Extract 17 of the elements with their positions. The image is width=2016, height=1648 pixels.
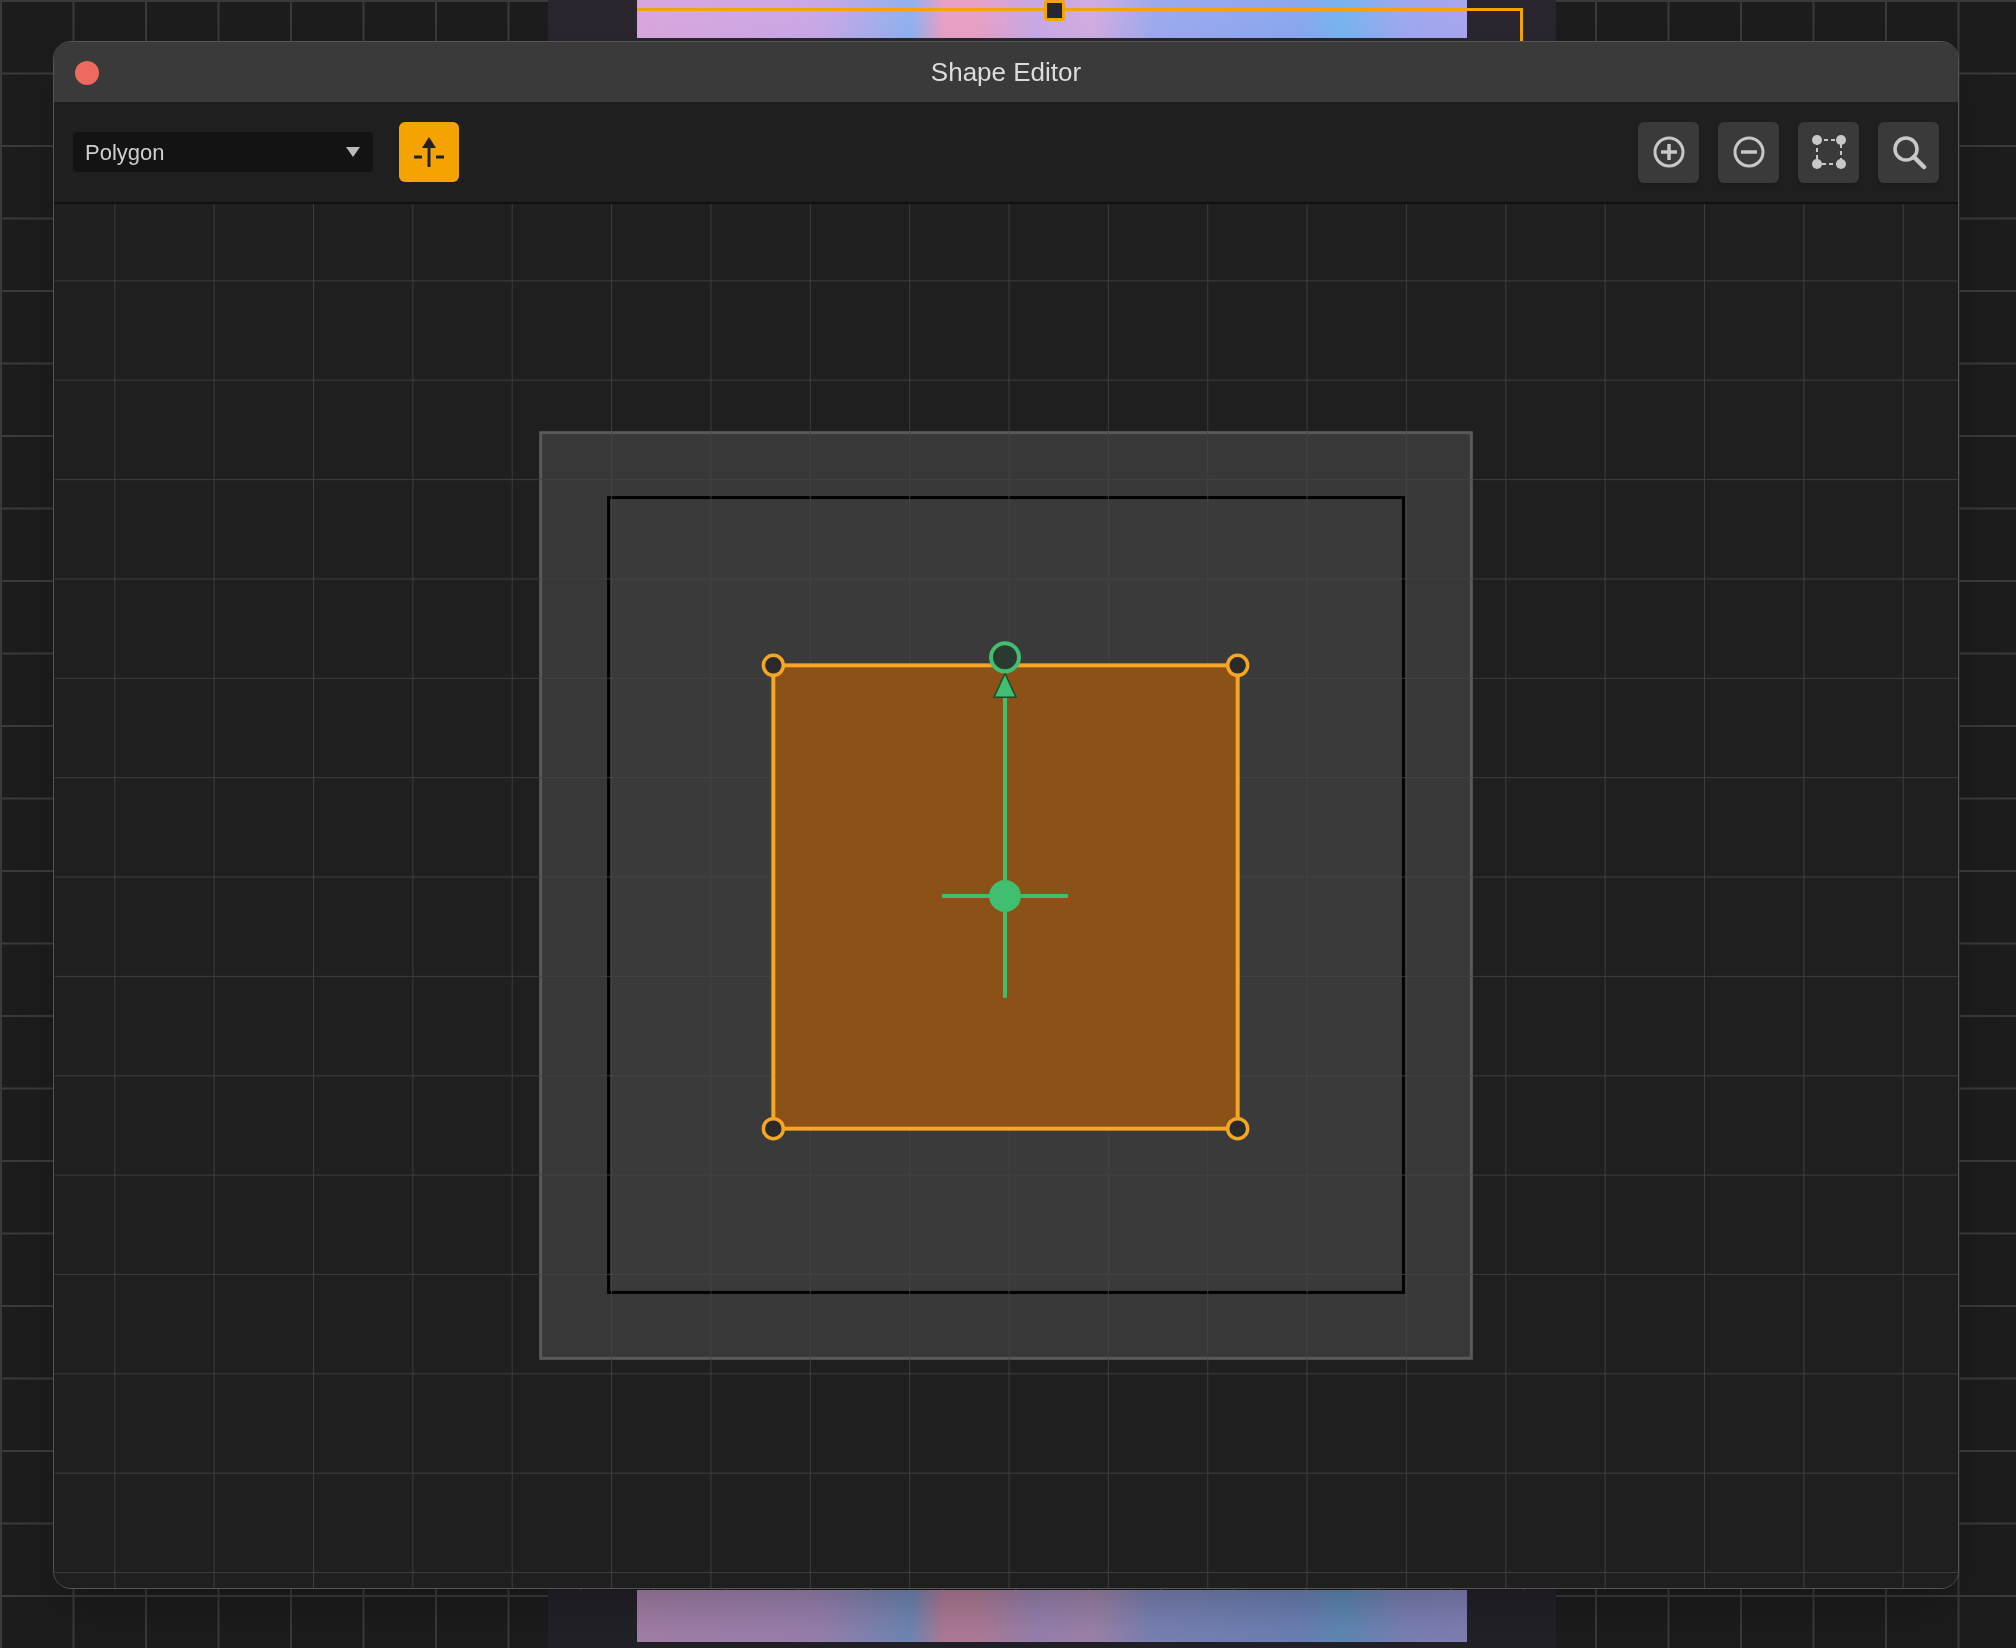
shape-select[interactable]: Polygon <box>73 132 373 172</box>
bounding-box-icon <box>1810 134 1847 170</box>
search-button[interactable] <box>1878 121 1939 183</box>
pivot-toggle-button[interactable] <box>399 122 459 182</box>
window-title: Shape Editor <box>930 55 1082 89</box>
caret-icon <box>345 146 361 158</box>
search-icon <box>1890 134 1927 170</box>
fit-selection-button[interactable] <box>1798 121 1859 183</box>
zoom-out-button[interactable] <box>1718 121 1779 183</box>
selection-handle[interactable] <box>1044 0 1065 21</box>
zoom-in-button[interactable] <box>1638 121 1699 183</box>
polygon-shape[interactable] <box>761 653 1250 1141</box>
close-button[interactable] <box>75 61 99 85</box>
pivot-gizmo[interactable] <box>940 641 1070 1000</box>
minus-circle-icon <box>1731 135 1766 169</box>
arrow-up-icon <box>412 135 446 169</box>
plus-circle-icon <box>1651 135 1686 169</box>
